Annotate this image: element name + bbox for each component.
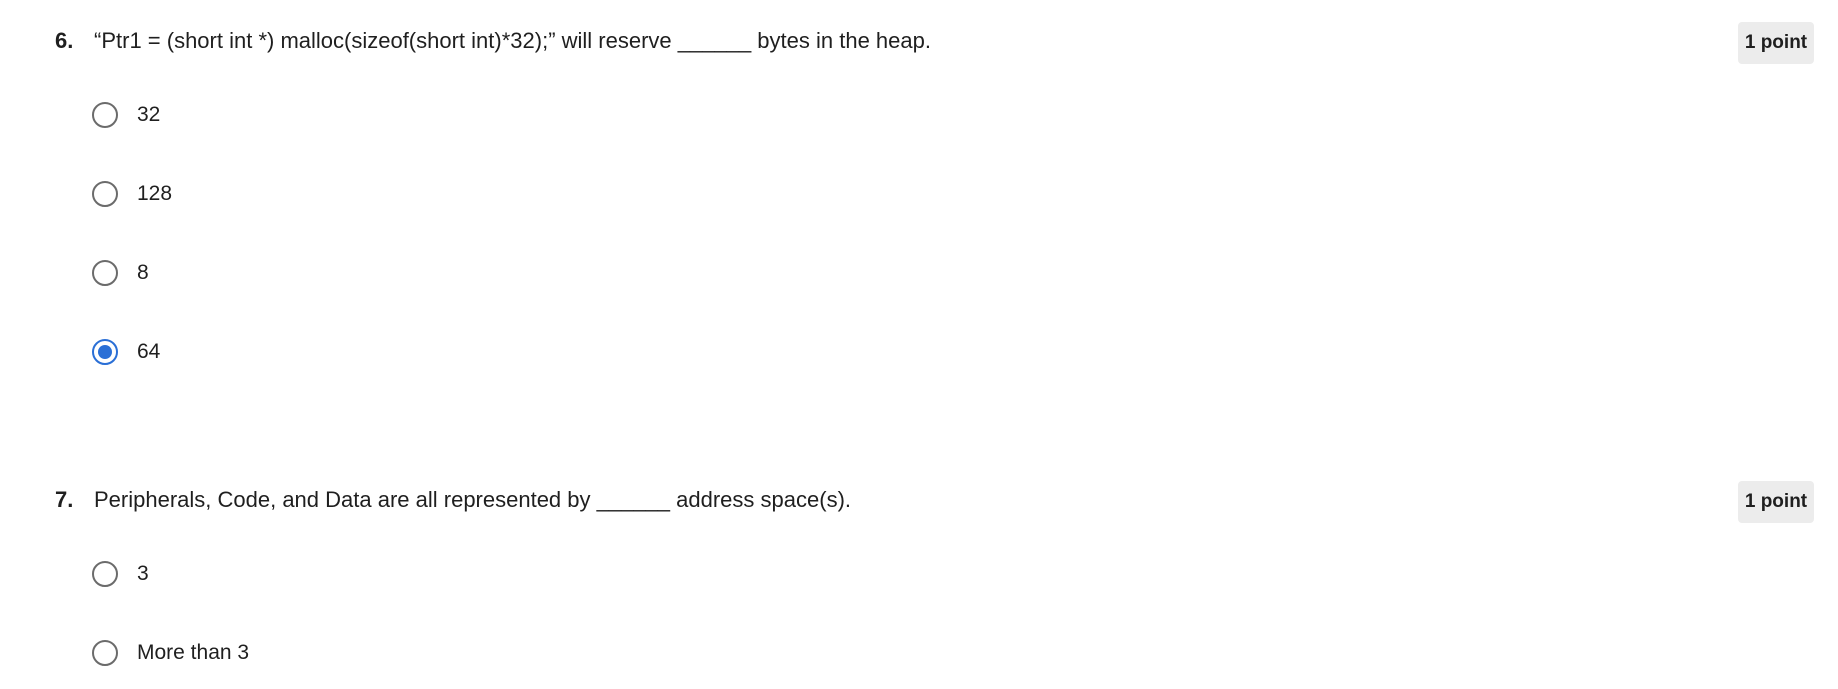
option-label: 32 [137,103,161,126]
question-7: 7. Peripherals, Code, and Data are all r… [0,471,1838,666]
radio-button[interactable] [92,640,118,666]
radio-button[interactable] [92,181,118,207]
option-64[interactable]: 64 [92,335,160,369]
option-128[interactable]: 128 [92,177,172,211]
option-more-than-3[interactable]: More than 3 [92,636,249,670]
question-number: 7. [55,487,74,512]
option-8[interactable]: 8 [92,256,149,290]
radio-button[interactable] [92,102,118,128]
radio-button-selected[interactable] [92,339,118,365]
question-header: 6. “Ptr1 = (short int *) malloc(sizeof(s… [0,12,1838,72]
radio-button[interactable] [92,561,118,587]
option-label: 3 [137,562,149,585]
points-badge: 1 point [1738,22,1814,64]
option-label: 128 [137,182,173,205]
option-label: 64 [137,340,161,363]
question-text: Peripherals, Code, and Data are all repr… [94,487,852,512]
question-text: “Ptr1 = (short int *) malloc(sizeof(shor… [94,28,931,53]
option-label: 8 [137,261,149,284]
radio-button[interactable] [92,260,118,286]
option-3[interactable]: 3 [92,557,149,591]
option-label: More than 3 [137,641,250,664]
points-badge: 1 point [1738,481,1814,523]
option-32[interactable]: 32 [92,98,160,132]
question-number: 6. [55,28,74,53]
question-6: 6. “Ptr1 = (short int *) malloc(sizeof(s… [0,12,1838,365]
question-header: 7. Peripherals, Code, and Data are all r… [0,471,1838,531]
